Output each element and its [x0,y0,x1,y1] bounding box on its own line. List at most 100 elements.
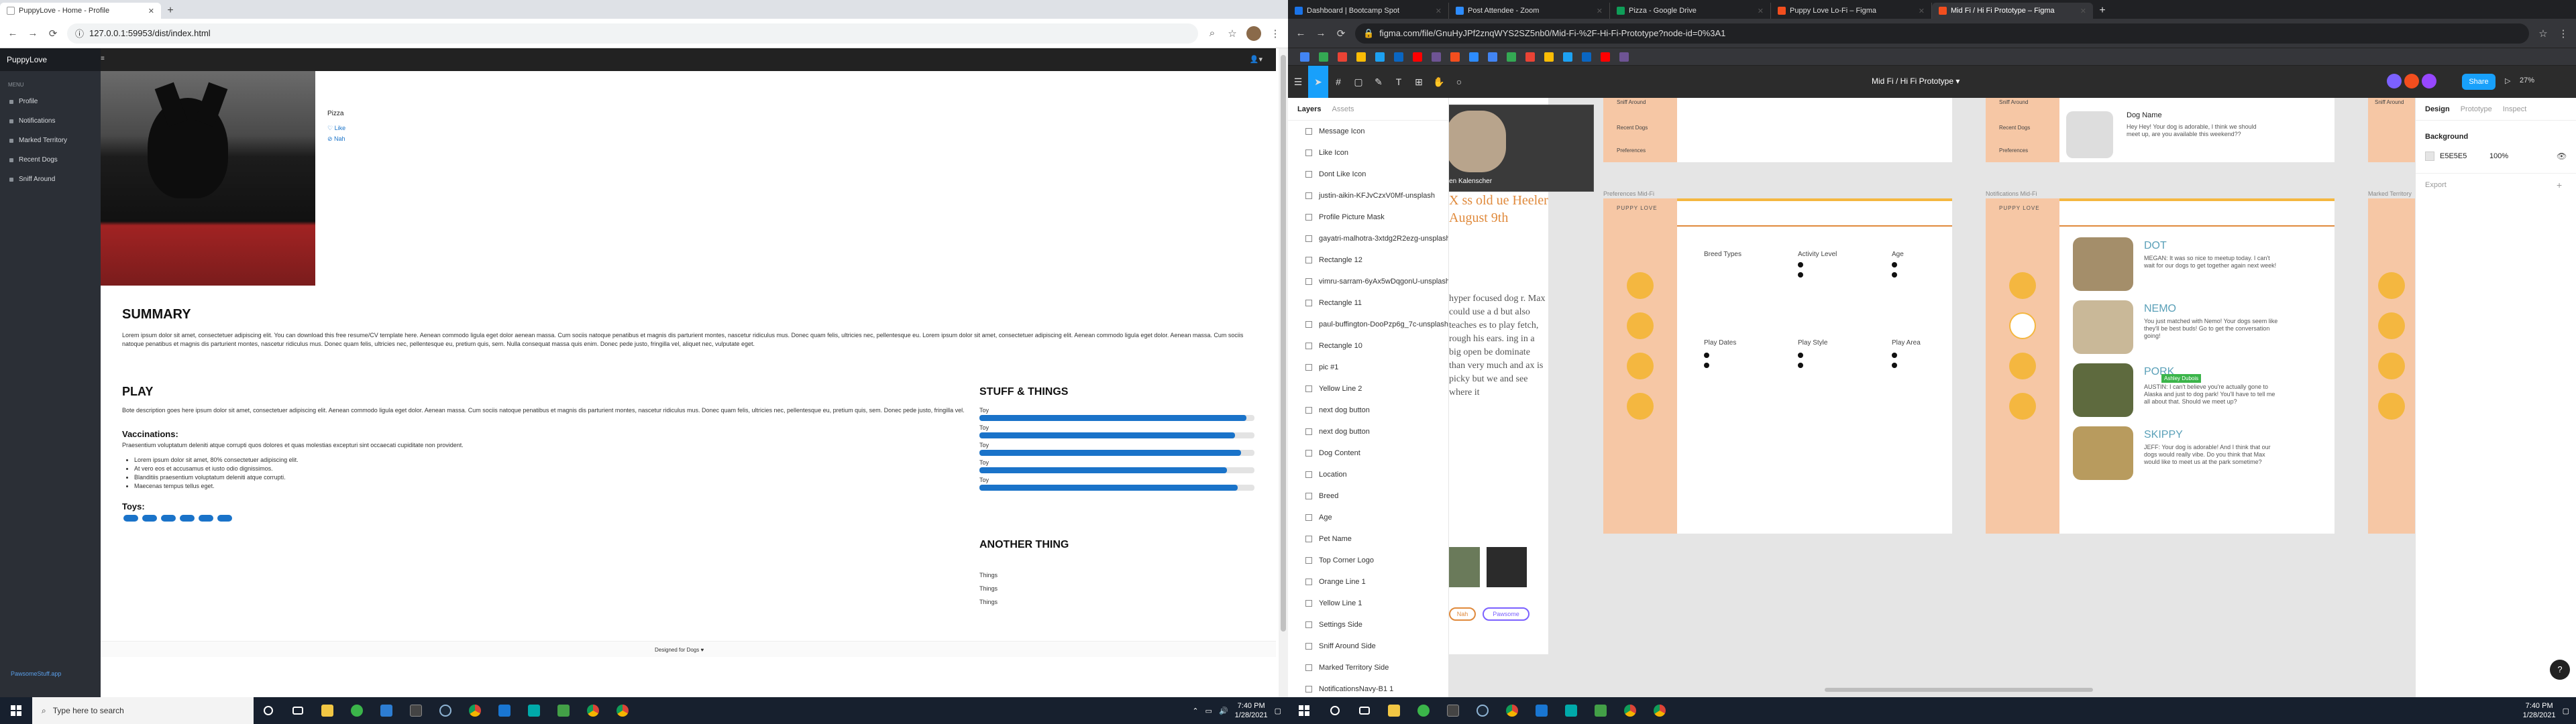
app-icon-green[interactable] [1409,697,1438,724]
zoom-icon[interactable]: ⌕ [1206,27,1218,39]
frame-sniff-around[interactable]: Sniff Around Recent Dogs Preferences [1603,98,1952,162]
comment-tool-icon[interactable]: ○ [1449,66,1469,98]
nav-circle[interactable] [1627,312,1654,339]
back-icon[interactable]: ← [7,27,19,39]
avatar[interactable] [2404,74,2419,88]
layer-row[interactable]: Rectangle 10 [1288,335,1448,357]
bookmark-icon[interactable] [1300,52,1309,62]
page-scrollbar[interactable] [1279,48,1288,697]
bookmark-icon[interactable] [1544,52,1554,62]
bookmark-icon[interactable] [1356,52,1366,62]
layer-row[interactable]: Top Corner Logo [1288,550,1448,571]
layer-row[interactable]: next dog button [1288,421,1448,442]
search-icon[interactable] [1320,697,1350,724]
nav-circle[interactable] [2009,393,2036,420]
toy-chip[interactable] [180,515,195,522]
layer-row[interactable]: justin-aikin-KFJvCzxV0Mf-unsplash [1288,185,1448,206]
radio-dot[interactable] [1892,272,1897,278]
app-icon-blue[interactable] [1527,697,1556,724]
new-tab-button[interactable]: + [2093,3,2112,19]
layer-row[interactable]: Pet Name [1288,528,1448,550]
star-icon[interactable]: ☆ [2537,27,2549,40]
chrome-icon[interactable] [608,697,637,724]
radio-dot[interactable] [1798,262,1803,267]
layer-row[interactable]: Settings Side [1288,614,1448,636]
terminal-icon[interactable] [401,697,431,724]
toy-chip[interactable] [199,515,213,522]
app-icon-green[interactable] [342,697,372,724]
forward-icon[interactable]: → [27,27,39,39]
close-icon[interactable]: ✕ [1758,7,1764,15]
layer-row[interactable]: Age [1288,507,1448,528]
notification-icon[interactable]: ▢ [2563,707,2569,715]
collapse-icon[interactable]: ≡ [101,48,110,71]
tab-prototype[interactable]: Prototype [2461,105,2492,113]
clock[interactable]: 7:40 PM 1/28/2021 [2523,701,2556,720]
layer-row[interactable]: Rectangle 12 [1288,249,1448,271]
sidebar-footer-link[interactable]: PawsomeStuff.app [11,670,61,677]
taskbar-search[interactable]: ⌕ Type here to search [32,697,254,724]
hand-tool-icon[interactable]: ✋ [1429,66,1449,98]
windows-start-icon[interactable] [1288,697,1320,724]
tab-figma-lofi[interactable]: Puppy Love Lo-Fi – Figma ✕ [1771,3,1932,19]
close-icon[interactable]: ✕ [2080,7,2086,15]
bookmark-icon[interactable] [1338,52,1347,62]
bookmark-icon[interactable] [1488,52,1497,62]
file-explorer-icon[interactable] [313,697,342,724]
layer-row[interactable]: paul-buffington-DooPzp6g_7c-unsplash [1288,314,1448,335]
layer-row[interactable]: Breed [1288,485,1448,507]
like-button[interactable]: ♡ Like [327,125,345,132]
figma-canvas[interactable]: X ss old ue Heeler August 9th hyper focu… [1449,98,2415,697]
bookmark-icon[interactable] [1432,52,1441,62]
tab-drive[interactable]: Pizza - Google Drive ✕ [1610,3,1771,19]
layer-row[interactable]: Message Icon [1288,121,1448,142]
bookmark-icon[interactable] [1319,52,1328,62]
layer-row[interactable]: Location [1288,464,1448,485]
present-icon[interactable]: ▷ [2505,76,2510,85]
tab-inspect[interactable]: Inspect [2503,105,2526,113]
user-icon[interactable]: 👤▾ [1250,55,1263,64]
shape-tool-icon[interactable]: ▢ [1348,66,1368,98]
layer-row[interactable]: Rectangle 11 [1288,292,1448,314]
app-icon-green2[interactable] [549,697,578,724]
radio-dot[interactable] [1704,363,1709,368]
radio-dot[interactable] [1892,363,1897,368]
url-field[interactable]: ⓘ 127.0.0.1:59953/dist/index.html [67,23,1198,44]
nav-circle[interactable] [2378,272,2405,299]
close-icon[interactable]: ✕ [1919,7,1925,15]
bookmark-icon[interactable] [1619,52,1629,62]
close-icon[interactable]: ✕ [1597,7,1603,15]
toy-chip[interactable] [161,515,176,522]
bookmark-icon[interactable] [1563,52,1572,62]
toy-chip[interactable] [142,515,157,522]
scrollbar-thumb[interactable] [1281,55,1286,631]
chrome-icon[interactable] [460,697,490,724]
app-icon-teal[interactable] [1556,697,1586,724]
tab-zoom[interactable]: Post Attendee - Zoom ✕ [1449,3,1610,19]
tab-assets[interactable]: Assets [1332,105,1354,113]
tab-bootcamp[interactable]: Dashboard | Bootcamp Spot ✕ [1288,3,1449,19]
export-section-label[interactable]: Export [2425,181,2447,189]
app-brand[interactable]: PuppyLove [0,48,101,71]
toy-chip[interactable] [217,515,232,522]
bookmark-icon[interactable] [1582,52,1591,62]
reload-icon[interactable]: ⟳ [47,27,59,40]
frame-preferences[interactable]: PUPPY LOVE Breed Types Activity Level Ag… [1603,198,1952,534]
tab-layers[interactable]: Layers [1297,105,1321,113]
chrome-icon[interactable] [1497,697,1527,724]
eye-icon[interactable]: 👁 [2557,152,2567,161]
frame-partial[interactable]: Sniff Around [2368,98,2415,162]
figma-menu-icon[interactable]: ☰ [1288,66,1308,98]
nav-circle[interactable] [1627,393,1654,420]
resources-icon[interactable]: ⊞ [1409,66,1429,98]
radio-dot[interactable] [1798,353,1803,358]
nav-circle-active[interactable] [2009,312,2036,339]
file-title[interactable]: Mid Fi / Hi Fi Prototype ▾ [1872,76,1960,86]
layer-row[interactable]: Like Icon [1288,142,1448,164]
layer-row[interactable]: next dog button [1288,400,1448,421]
steam-icon[interactable] [431,697,460,724]
text-tool-icon[interactable]: T [1389,66,1409,98]
bookmark-icon[interactable] [1469,52,1479,62]
back-icon[interactable]: ← [1295,27,1307,39]
steam-icon[interactable] [1468,697,1497,724]
